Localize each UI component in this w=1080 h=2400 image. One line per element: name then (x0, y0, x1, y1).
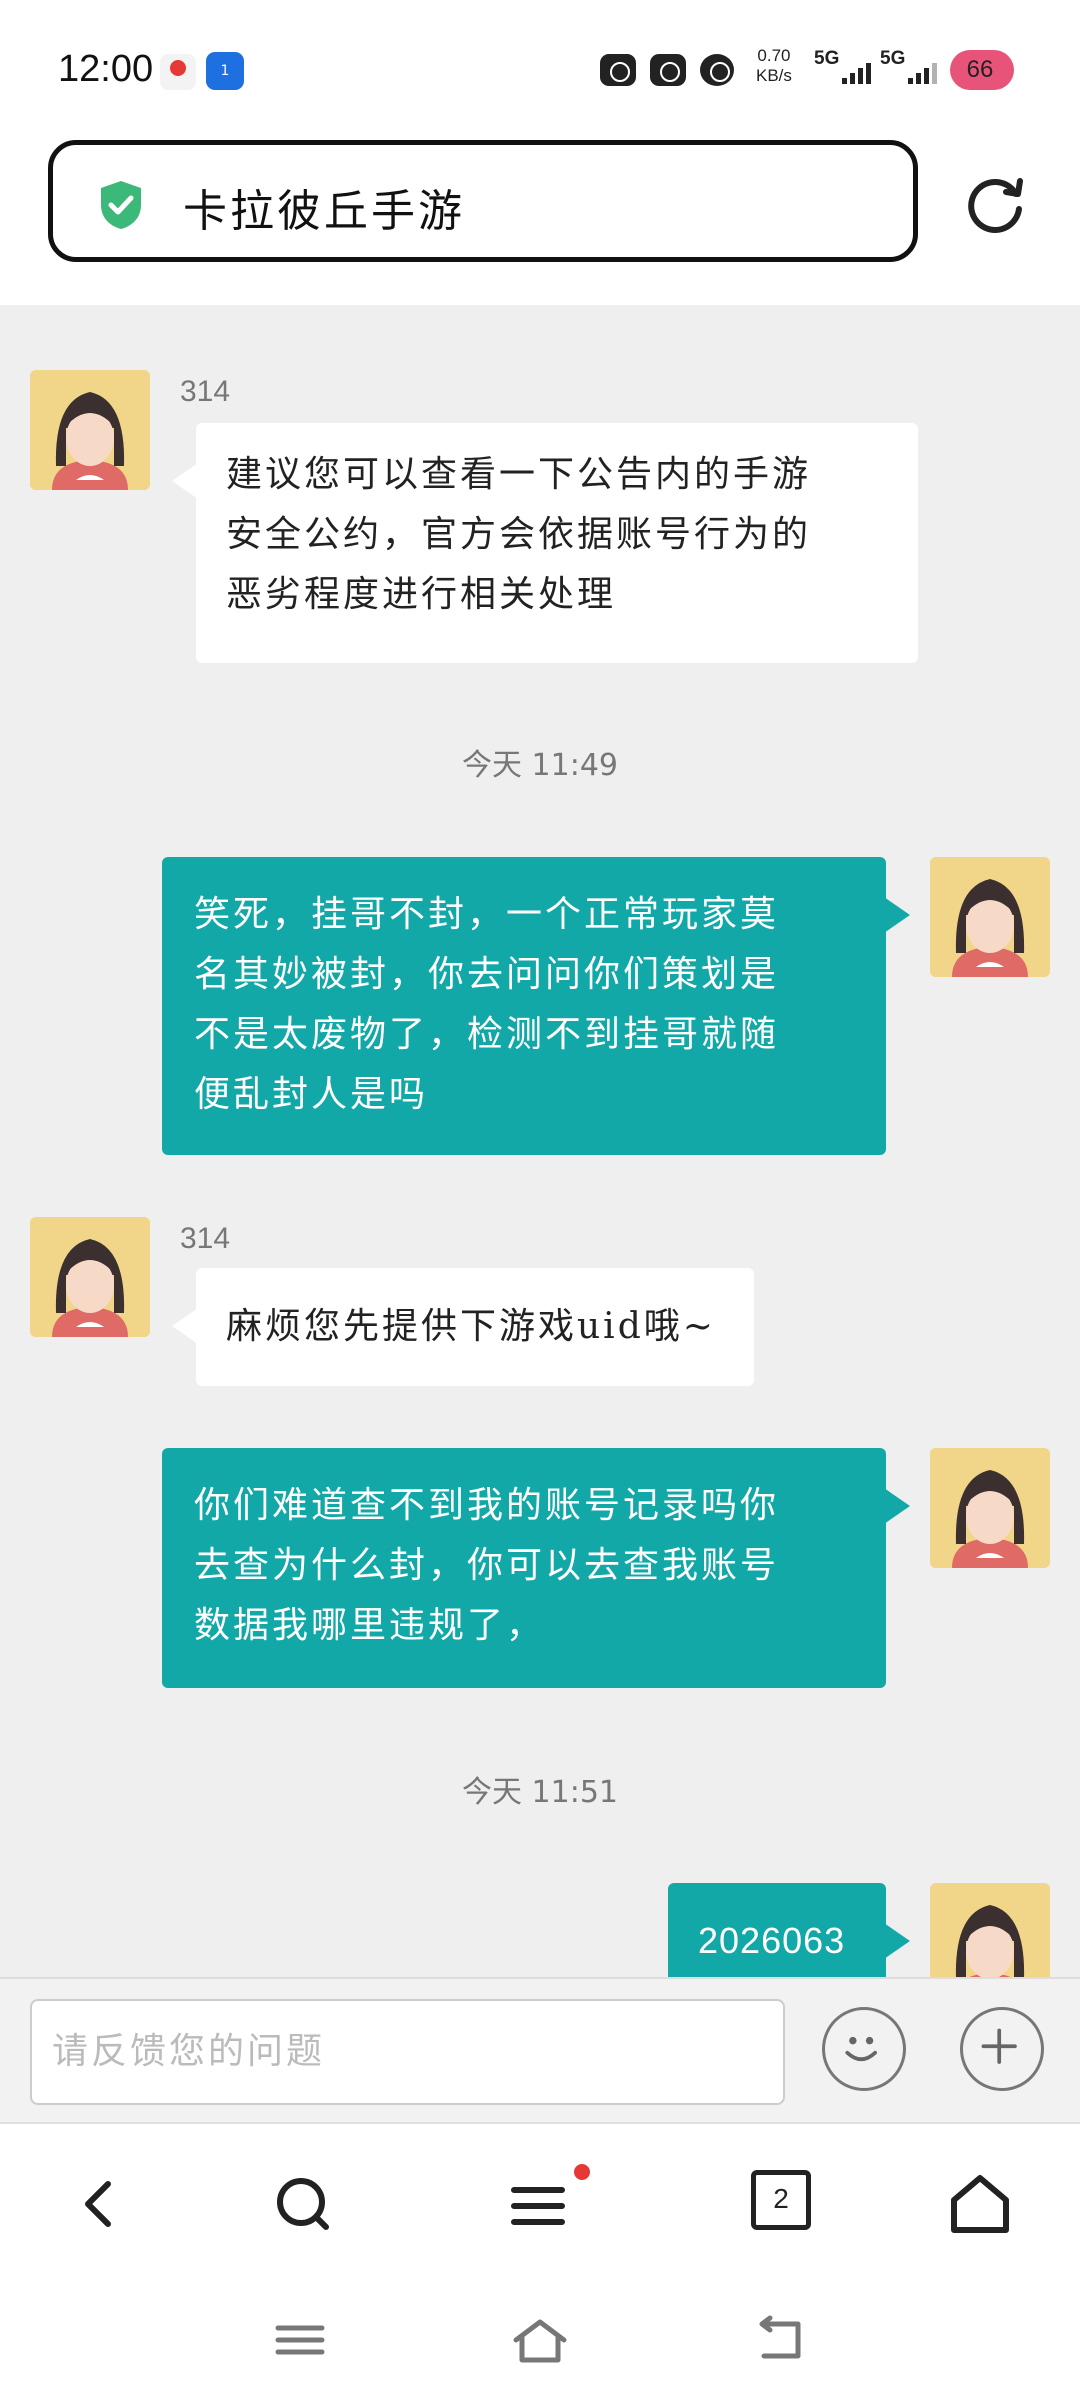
sender-name: 314 (180, 1222, 231, 1255)
message-input-bar: 请反馈您的问题 (0, 1977, 1080, 2124)
alarm-icon (600, 54, 636, 86)
sim1-network: 5G (814, 48, 840, 69)
message-timestamp: 今天 11:51 (462, 1775, 618, 1810)
sim2-signal-icon (908, 62, 942, 84)
sim2-network: 5G (880, 48, 906, 69)
recents-icon (275, 2325, 325, 2355)
battery-level: 66 (966, 56, 994, 83)
message-bubble-outgoing[interactable]: 2026063 (668, 1883, 910, 1977)
search-button[interactable] (264, 2164, 344, 2244)
shield-check-icon (101, 181, 141, 229)
hotspot-app-icon: 1 (206, 52, 244, 90)
search-icon (277, 2178, 329, 2230)
notification-dot (574, 2164, 590, 2180)
avatar[interactable] (930, 857, 1050, 977)
map-app-icon (160, 54, 196, 90)
back-button[interactable] (60, 2164, 140, 2244)
app-icon (700, 54, 734, 86)
home-button[interactable] (940, 2164, 1020, 2244)
smiley-icon (845, 2036, 877, 2062)
recents-button[interactable] (270, 2310, 330, 2370)
speedometer-icon (650, 54, 686, 86)
chevron-left-icon (85, 2181, 111, 2227)
sim1-signal-icon (842, 62, 876, 84)
battery-icon: 66 (950, 50, 1014, 90)
home-outline-icon (513, 2319, 567, 2363)
menu-icon (511, 2187, 565, 2225)
message-bubble-incoming[interactable]: 麻烦您先提供下游戏uid哦~ (172, 1268, 754, 1386)
avatar-image (930, 1448, 1050, 1568)
plus-icon (981, 2028, 1017, 2064)
add-attachment-button[interactable] (960, 2007, 1044, 2091)
message-timestamp: 今天 11:49 (462, 748, 618, 783)
avatar[interactable] (30, 370, 150, 490)
browser-toolbar: 2 (0, 2122, 1080, 2284)
chat-area[interactable]: 314 建议您可以查看一下公告内的手游 安全公约，官方会依据账号行为的 恶劣程度… (0, 305, 1080, 1977)
avatar[interactable] (30, 1217, 150, 1337)
status-time: 12:00 (58, 48, 154, 90)
tab-count: 2 (751, 2170, 811, 2230)
net-speed: 0.70 KB/s (756, 46, 792, 85)
refresh-icon[interactable] (960, 170, 1030, 240)
system-nav-bar (0, 2282, 1080, 2400)
home-icon (951, 2175, 1009, 2233)
avatar-image (930, 857, 1050, 977)
feedback-input[interactable]: 请反馈您的问题 (30, 1999, 785, 2105)
message-bubble-outgoing[interactable]: 笑死，挂哥不封，一个正常玩家莫 名其妙被封，你去问问你们策划是 不是太废物了，检… (162, 857, 910, 1155)
avatar-image (930, 1883, 1050, 1977)
message-bubble-outgoing[interactable]: 你们难道查不到我的账号记录吗你 去查为什么封，你可以去查我账号 数据我哪里违规了… (162, 1448, 910, 1688)
system-home-button[interactable] (510, 2310, 570, 2370)
sender-name: 314 (180, 375, 231, 408)
status-bar: 12:00 1 0.70 KB/s 5G 5G 66 (0, 0, 1080, 130)
menu-button[interactable] (500, 2164, 590, 2244)
avatar-image (30, 1217, 150, 1337)
message-bubble-incoming[interactable]: 建议您可以查看一下公告内的手游 安全公约，官方会依据账号行为的 恶劣程度进行相关… (172, 423, 918, 663)
avatar-image (30, 370, 150, 490)
address-bar: 卡拉彼丘手游 (0, 130, 1080, 305)
system-back-button[interactable] (750, 2310, 810, 2370)
url-box[interactable]: 卡拉彼丘手游 (48, 140, 918, 262)
emoji-button[interactable] (822, 2007, 906, 2091)
back-arrow-icon (759, 2315, 801, 2359)
url-title: 卡拉彼丘手游 (183, 186, 465, 237)
avatar[interactable] (930, 1448, 1050, 1568)
tabs-button[interactable]: 2 (745, 2164, 825, 2244)
avatar[interactable] (930, 1883, 1050, 1977)
